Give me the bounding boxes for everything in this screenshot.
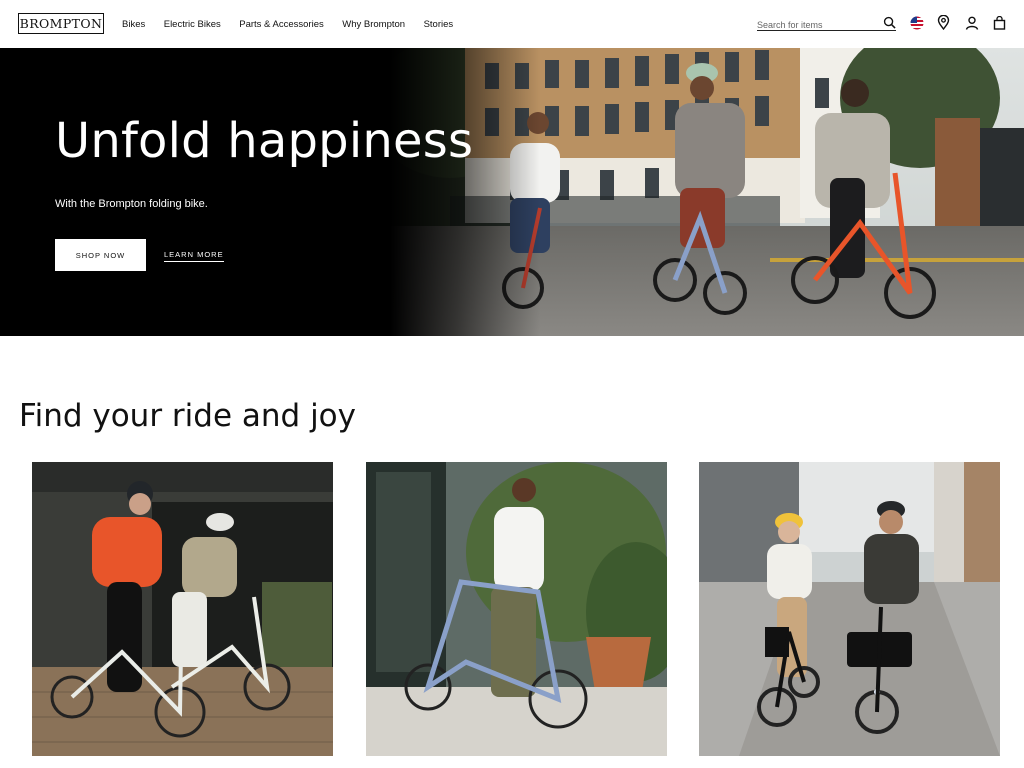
shop-now-button[interactable]: SHOP NOW (55, 239, 146, 271)
hero-title: Unfold happiness (55, 113, 474, 169)
hero-subtitle: With the Brompton folding bike. (55, 198, 208, 210)
ride-card-1[interactable] (32, 462, 333, 756)
ride-card-1-photo (32, 462, 333, 756)
search-input[interactable] (757, 17, 877, 33)
hero-gradient-overlay (390, 48, 540, 336)
ride-card-2[interactable] (366, 462, 667, 756)
nav-bikes[interactable]: Bikes (122, 19, 145, 30)
nav-parts-accessories[interactable]: Parts & Accessories (239, 19, 323, 30)
shopping-bag-icon[interactable] (992, 15, 1007, 30)
nav-why-brompton[interactable]: Why Brompton (342, 19, 405, 30)
search-box (757, 15, 896, 33)
ride-card-3-photo (699, 462, 1000, 756)
site-header: BROMPTON Bikes Electric Bikes Parts & Ac… (0, 0, 1024, 48)
nav-stories[interactable]: Stories (424, 19, 454, 30)
ride-card-2-photo (366, 462, 667, 756)
brompton-logo[interactable]: BROMPTON (18, 13, 104, 34)
learn-more-link[interactable]: LEARN MORE (164, 250, 224, 262)
hero-banner: Unfold happiness With the Brompton foldi… (0, 48, 1024, 336)
ride-card-3[interactable] (699, 462, 1000, 756)
main-nav: Bikes Electric Bikes Parts & Accessories… (122, 0, 472, 48)
section-title: Find your ride and joy (19, 398, 356, 434)
us-flag-icon[interactable] (909, 15, 924, 30)
location-pin-icon[interactable] (936, 15, 951, 30)
search-icon[interactable] (883, 16, 896, 29)
account-icon[interactable] (964, 15, 979, 30)
nav-electric-bikes[interactable]: Electric Bikes (164, 19, 221, 30)
